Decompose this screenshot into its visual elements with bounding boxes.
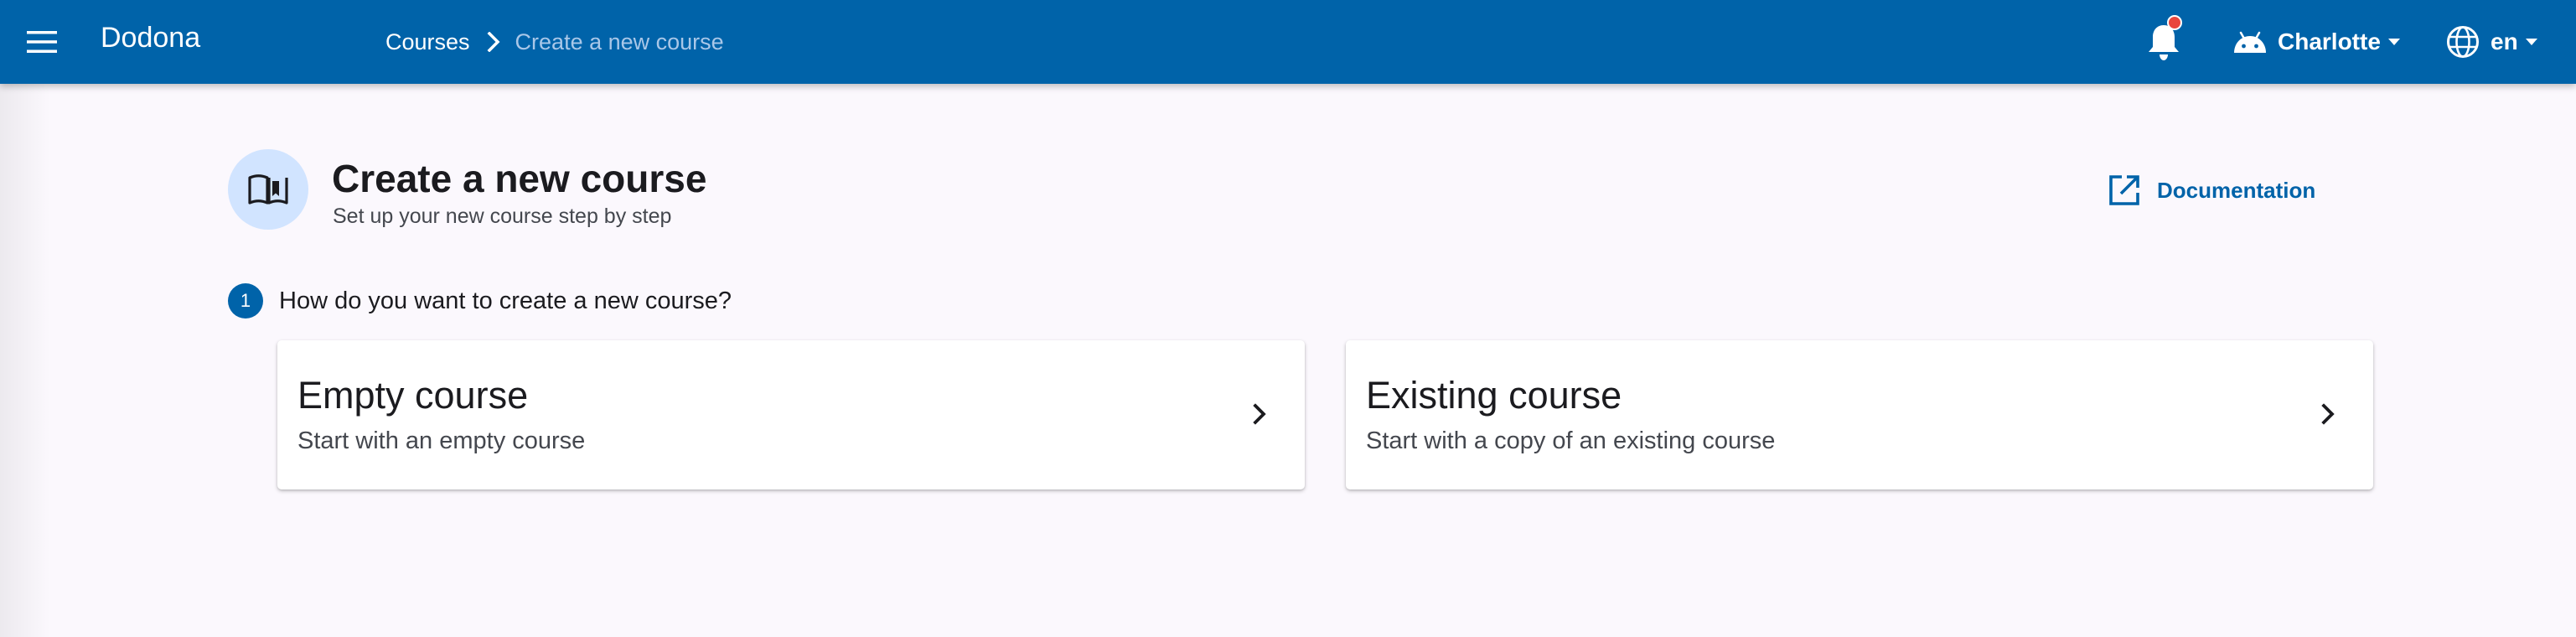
android-icon <box>2234 31 2266 53</box>
documentation-link[interactable]: Documentation <box>2107 171 2315 210</box>
documentation-label: Documentation <box>2157 177 2316 203</box>
notification-badge <box>2167 15 2182 30</box>
caret-down-icon <box>2525 39 2537 45</box>
breadcrumb-separator <box>487 32 500 52</box>
option-title: Empty course <box>297 374 529 417</box>
left-shadow <box>0 84 50 637</box>
menu-icon <box>27 31 57 53</box>
app-title[interactable]: Dodona <box>101 22 200 54</box>
top-app-bar: Dodona Courses Create a new course Charl… <box>0 0 2576 84</box>
breadcrumb-current: Create a new course <box>515 28 724 54</box>
page-title: Create a new course <box>332 157 707 200</box>
step-question: How do you want to create a new course? <box>279 287 732 314</box>
user-name: Charlotte <box>2278 28 2381 54</box>
chevron-right-icon <box>487 32 500 52</box>
language-menu[interactable]: en <box>2445 23 2538 60</box>
existing-course-option[interactable]: Existing course Start with a copy of an … <box>1346 340 2373 489</box>
language-code: en <box>2491 28 2518 54</box>
breadcrumb-courses-link[interactable]: Courses <box>385 29 470 55</box>
open-in-new-icon <box>2109 175 2139 205</box>
option-title: Existing course <box>1366 374 1622 417</box>
book-open-icon <box>248 174 288 205</box>
globe-icon <box>2447 26 2479 58</box>
notifications-button[interactable] <box>2145 15 2182 62</box>
menu-button[interactable] <box>18 23 65 60</box>
caret-down-icon <box>2387 39 2400 45</box>
page-subtitle: Set up your new course step by step <box>333 205 672 228</box>
option-description: Start with a copy of an existing course <box>1366 427 1776 454</box>
chevron-right-icon <box>1253 403 1266 425</box>
chevron-right-icon <box>2321 403 2335 425</box>
breadcrumb: Courses Create a new course <box>385 27 724 57</box>
user-menu[interactable]: Charlotte <box>2232 23 2401 60</box>
step-number-badge: 1 <box>228 283 263 318</box>
page-header-icon <box>228 149 308 230</box>
empty-course-option[interactable]: Empty course Start with an empty course <box>277 340 1305 489</box>
option-description: Start with an empty course <box>297 427 586 454</box>
